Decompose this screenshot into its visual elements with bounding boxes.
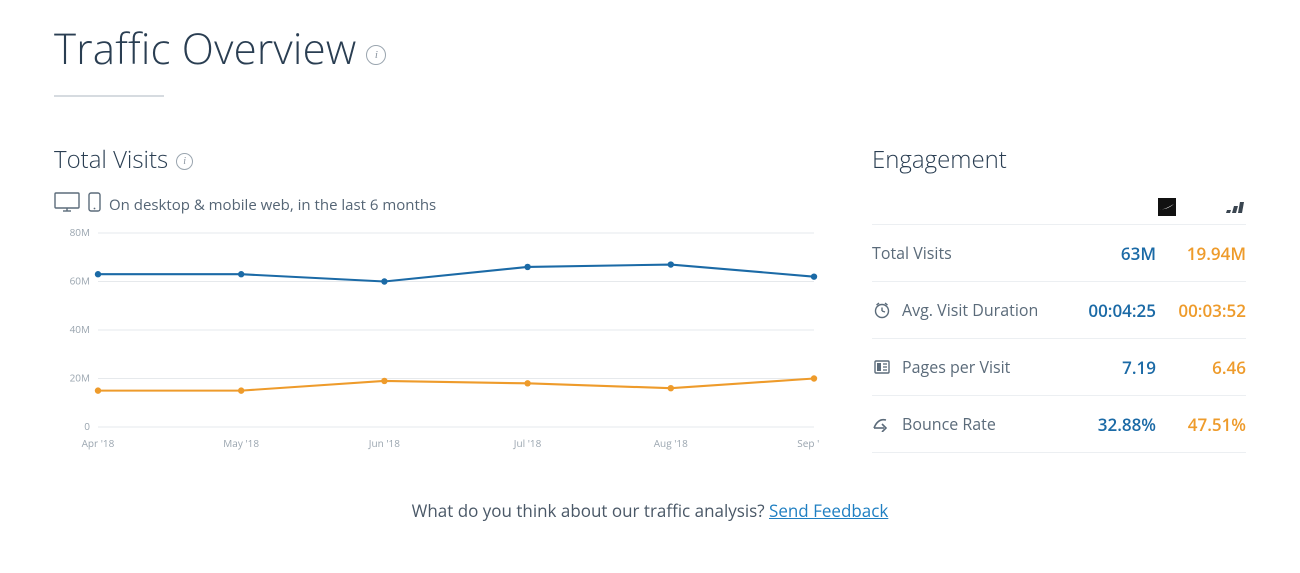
feedback-row: What do you think about our traffic anal… xyxy=(54,499,1246,522)
content-columns: Total Visits On desktop xyxy=(54,143,1246,453)
engagement-value-a: 00:04:25 xyxy=(1070,299,1156,322)
page-title: Traffic Overview xyxy=(54,20,356,77)
platform-subtitle-row: On desktop & mobile web, in the last 6 m… xyxy=(54,192,872,217)
svg-text:Sep '18: Sep '18 xyxy=(797,436,820,450)
page-title-row: Traffic Overview xyxy=(54,20,1246,77)
mobile-icon xyxy=(88,192,101,217)
engagement-label: Avg. Visit Duration xyxy=(872,299,1070,321)
info-icon[interactable] xyxy=(176,153,193,170)
feedback-question: What do you think about our traffic anal… xyxy=(412,499,769,522)
svg-text:20M: 20M xyxy=(70,371,90,385)
svg-text:40M: 40M xyxy=(70,322,90,336)
svg-text:60M: 60M xyxy=(70,274,90,288)
brand-a-logo-icon xyxy=(1158,198,1176,216)
engagement-value-a: 32.88% xyxy=(1070,413,1156,436)
svg-text:Jul '18: Jul '18 xyxy=(513,436,542,450)
desktop-icon xyxy=(54,192,80,217)
info-icon[interactable] xyxy=(366,45,386,65)
engagement-label-text: Bounce Rate xyxy=(902,413,996,435)
engagement-label: Pages per Visit xyxy=(872,356,1070,378)
send-feedback-link[interactable]: Send Feedback xyxy=(769,499,888,522)
total-visits-section: Total Visits On desktop xyxy=(54,143,872,453)
clock-icon xyxy=(872,300,892,320)
engagement-row: Total Visits 63M19.94M xyxy=(872,225,1246,282)
engagement-value-a: 7.19 xyxy=(1070,356,1156,379)
bounce-icon xyxy=(872,414,892,434)
engagement-head-row xyxy=(872,198,1246,225)
engagement-title: Engagement xyxy=(872,143,1246,176)
engagement-value-b: 19.94M xyxy=(1160,242,1246,265)
engagement-label-text: Avg. Visit Duration xyxy=(902,299,1038,321)
platform-subtitle: On desktop & mobile web, in the last 6 m… xyxy=(109,195,436,215)
engagement-label-text: Total Visits xyxy=(872,242,952,264)
traffic-overview-page: Traffic Overview Total Visits xyxy=(0,0,1300,522)
engagement-row: Bounce Rate 32.88%47.51% xyxy=(872,396,1246,453)
svg-text:Apr '18: Apr '18 xyxy=(82,436,115,450)
total-visits-title-row: Total Visits xyxy=(54,143,872,176)
svg-text:80M: 80M xyxy=(70,227,90,239)
brand-b-logo-icon xyxy=(1226,198,1244,216)
svg-text:0: 0 xyxy=(84,419,90,433)
engagement-value-b: 6.46 xyxy=(1160,356,1246,379)
engagement-label-text: Pages per Visit xyxy=(902,356,1010,378)
svg-text:May '18: May '18 xyxy=(223,436,259,450)
engagement-value-b: 47.51% xyxy=(1160,413,1246,436)
engagement-section: Engagement Total Visits63M19.94MAvg. V xyxy=(872,143,1246,453)
svg-text:Aug '18: Aug '18 xyxy=(654,436,688,450)
engagement-value-b: 00:03:52 xyxy=(1160,299,1246,322)
svg-text:Jun '18: Jun '18 xyxy=(368,436,400,450)
engagement-row: Pages per Visit 7.196.46 xyxy=(872,339,1246,396)
pages-icon xyxy=(872,357,892,377)
engagement-value-a: 63M xyxy=(1070,242,1156,265)
engagement-rows: Total Visits 63M19.94M Avg. Visit Duration… xyxy=(872,225,1246,453)
total-visits-chart: 0 20M 40M 60M 80M Apr '18 May '18 Jun '18 Jul '1… xyxy=(54,227,820,453)
title-underline xyxy=(54,95,164,97)
engagement-label: Bounce Rate xyxy=(872,413,1070,435)
engagement-label: Total Visits xyxy=(872,242,1070,264)
total-visits-title: Total Visits xyxy=(54,143,168,176)
engagement-row: Avg. Visit Duration 00:04:2500:03:52 xyxy=(872,282,1246,339)
